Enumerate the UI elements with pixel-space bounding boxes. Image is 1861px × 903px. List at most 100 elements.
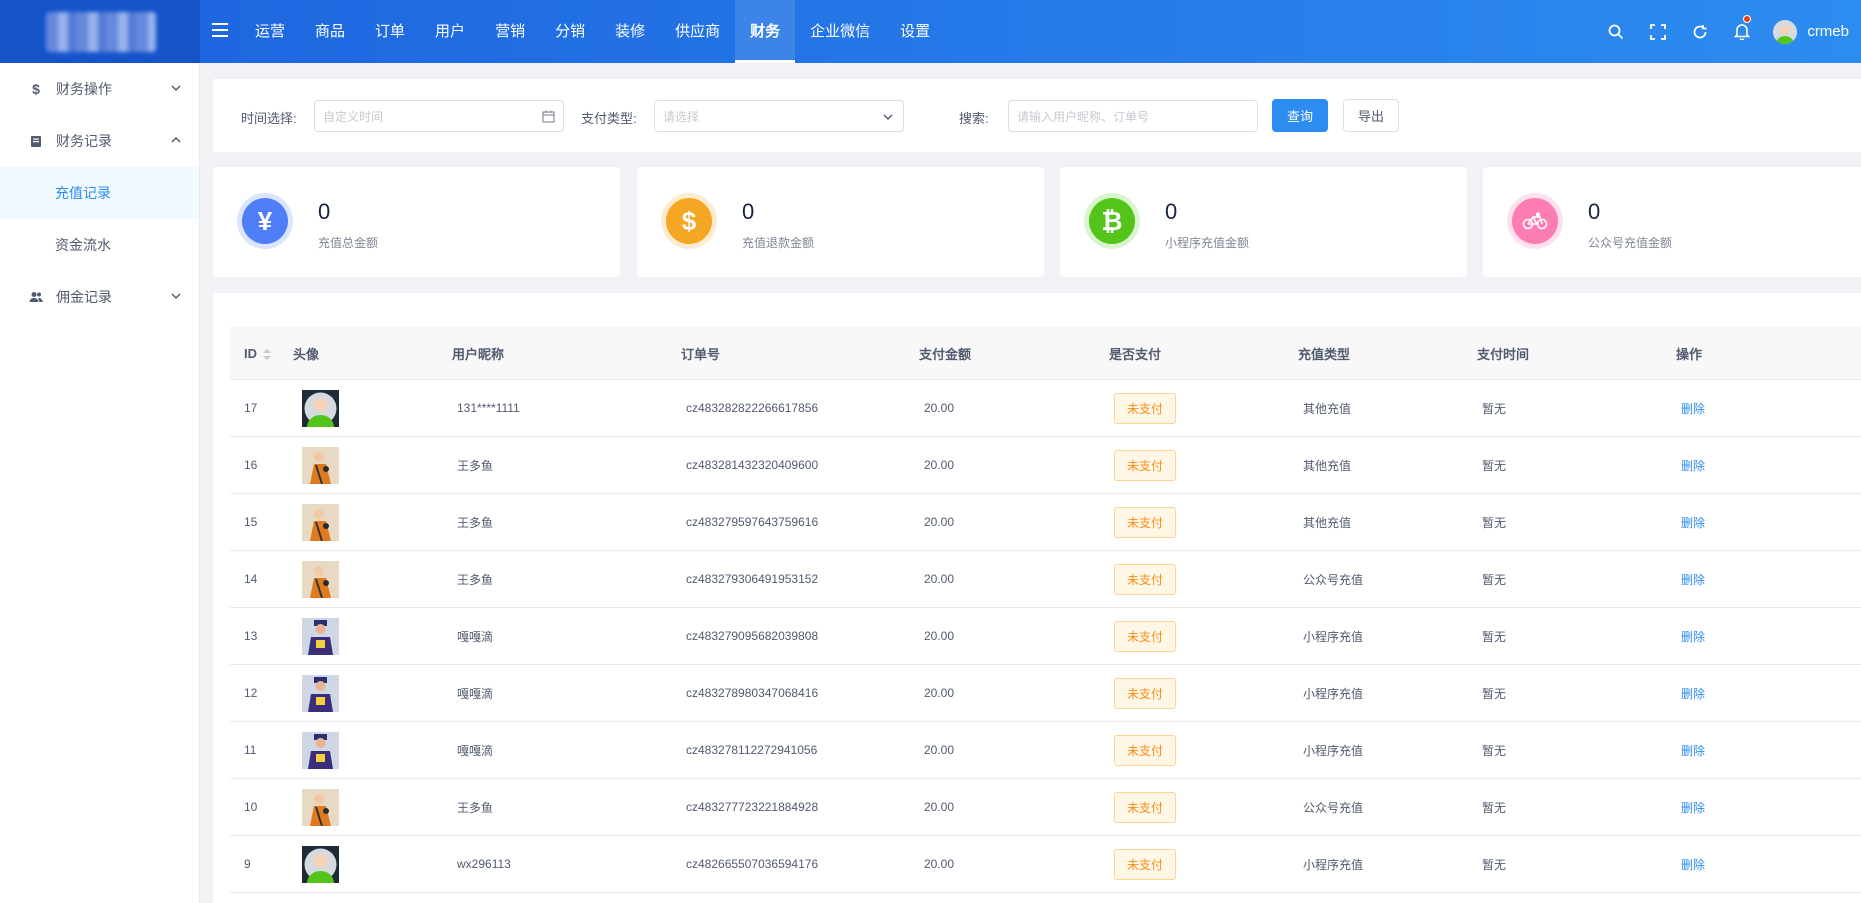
fullscreen-icon[interactable] — [1637, 0, 1679, 63]
status-badge: 未支付 — [1114, 677, 1176, 709]
logo-image — [46, 12, 156, 52]
avatar[interactable] — [302, 446, 339, 484]
cell-nickname: 王多鱼 — [457, 572, 494, 587]
stat-icon-ring: ₿ — [1084, 193, 1140, 249]
cell-amount: 20.00 — [924, 629, 955, 643]
delete-link[interactable]: 删除 — [1681, 402, 1705, 416]
delete-link[interactable]: 删除 — [1681, 516, 1705, 530]
cell-order-no: cz483278112272941056 — [686, 743, 818, 757]
nav-item-user[interactable]: 用户 — [420, 0, 480, 63]
date-range-placeholder: 自定义时间 — [323, 109, 384, 124]
table-row: 16 王多鱼 cz483281432320409600 20.00 未支付 其他充值 暂无 删… — [230, 437, 1861, 494]
sidebar-group-label: 佣金记录 — [56, 289, 112, 305]
cell-action: 删除 — [1676, 514, 1826, 531]
delete-link[interactable]: 删除 — [1681, 687, 1705, 701]
cell-order-no: cz483279095682039808 — [686, 629, 819, 643]
cell-avatar — [293, 503, 452, 541]
avatar[interactable] — [302, 674, 339, 712]
menu-collapse-icon[interactable] — [212, 23, 228, 39]
avatar[interactable] — [302, 617, 339, 655]
nav-item-product[interactable]: 商品 — [300, 0, 360, 63]
delete-link[interactable]: 删除 — [1681, 573, 1705, 587]
cell-action: 删除 — [1676, 799, 1826, 816]
calendar-icon — [542, 110, 555, 123]
cell-recharge-type: 小程序充值 — [1303, 629, 1364, 644]
refresh-icon[interactable] — [1679, 0, 1721, 63]
avatar[interactable] — [302, 788, 339, 826]
notification-dot — [1743, 15, 1752, 23]
nav-item-decoration[interactable]: 装修 — [600, 0, 660, 63]
chevron-down-icon — [171, 293, 181, 300]
avatar[interactable] — [302, 389, 339, 427]
col-header-pay-time: 支付时间 — [1477, 346, 1530, 362]
sidebar-group-label: 财务操作 — [56, 81, 112, 97]
query-button[interactable]: 查询 — [1272, 99, 1328, 132]
avatar[interactable] — [302, 560, 339, 598]
sidebar-group-finance-record[interactable]: 财务记录 — [0, 115, 199, 167]
stat-icon-ring: $ — [661, 193, 717, 249]
nav-item-distribution[interactable]: 分销 — [540, 0, 600, 63]
cell-nickname: 嘎嘎滴 — [457, 629, 494, 644]
delete-link[interactable]: 删除 — [1681, 630, 1705, 644]
table-row: 11 嘎嘎滴 cz483278112272941056 20.00 未支付 小程序充值 暂无… — [230, 722, 1861, 779]
delete-link[interactable]: 删除 — [1681, 459, 1705, 473]
pay-type-select[interactable]: 请选择 — [654, 100, 904, 132]
logo[interactable] — [0, 0, 200, 63]
col-header-order-no: 订单号 — [681, 346, 721, 362]
cell-pay-time: 暂无 — [1482, 800, 1507, 815]
sidebar-item-recharge-record[interactable]: 充值记录 — [0, 167, 199, 219]
nav-item-supplier[interactable]: 供应商 — [660, 0, 735, 63]
delete-link[interactable]: 删除 — [1681, 801, 1705, 815]
table-row: 12 嘎嘎滴 cz483278980347068416 20.00 未支付 小程序充值 暂无… — [230, 665, 1861, 722]
col-header-amount: 支付金额 — [919, 346, 972, 362]
stat-card-official-account: 0 公众号充值金额 — [1483, 167, 1861, 277]
sidebar-group-label: 财务记录 — [56, 133, 112, 149]
chevron-down-icon — [883, 114, 893, 120]
sidebar-group-finance-operation[interactable]: $ 财务操作 — [0, 63, 199, 115]
cell-paid: 未支付 — [1109, 449, 1298, 481]
sort-icon[interactable] — [263, 348, 271, 360]
nav-item-finance[interactable]: 财务 — [735, 0, 796, 63]
col-header-id[interactable]: ID — [230, 346, 293, 361]
sidebar-group-commission-record[interactable]: 佣金记录 — [0, 271, 199, 323]
cell-paid: 未支付 — [1109, 734, 1298, 766]
cell-action: 删除 — [1676, 457, 1826, 474]
top-header: 运营 商品 订单 用户 营销 分销 装修 供应商 财务 企业微信 设置 crme… — [0, 0, 1861, 63]
date-range-picker[interactable]: 自定义时间 — [314, 100, 564, 132]
nav-item-marketing[interactable]: 营销 — [480, 0, 540, 63]
cell-action: 删除 — [1676, 400, 1826, 417]
cell-id: 10 — [244, 800, 258, 814]
pay-type-placeholder: 请选择 — [663, 109, 700, 124]
user-menu[interactable]: crmeb — [1763, 19, 1861, 44]
bicycle-icon — [1512, 198, 1558, 244]
export-button[interactable]: 导出 — [1343, 99, 1399, 132]
cell-action: 删除 — [1676, 628, 1826, 645]
avatar[interactable] — [302, 731, 339, 769]
nav-item-settings[interactable]: 设置 — [885, 0, 945, 63]
delete-link[interactable]: 删除 — [1681, 858, 1705, 872]
chevron-down-icon — [171, 85, 181, 92]
cell-pay-time: 暂无 — [1482, 857, 1507, 872]
nav-item-order[interactable]: 订单 — [360, 0, 420, 63]
nav-item-work-wechat[interactable]: 企业微信 — [795, 0, 885, 63]
cell-paid: 未支付 — [1109, 392, 1298, 424]
cell-pay-time: 暂无 — [1482, 401, 1507, 416]
cell-amount: 20.00 — [924, 401, 955, 415]
cell-pay-time: 暂无 — [1482, 572, 1507, 587]
search-input[interactable]: 请输入用户昵称、订单号 — [1008, 100, 1258, 132]
stat-value: 0 — [1165, 199, 1178, 224]
stat-icon-ring — [1507, 193, 1563, 249]
cell-avatar — [293, 617, 452, 655]
avatar[interactable] — [302, 845, 339, 883]
avatar[interactable] — [302, 503, 339, 541]
search-icon[interactable] — [1595, 0, 1637, 63]
sidebar-item-fund-flow[interactable]: 资金流水 — [0, 219, 199, 271]
filter-panel: 时间选择: 自定义时间 支付类型: 请选择 搜索: 请输入用户昵称、订单号 查询… — [213, 79, 1861, 152]
stat-value: 0 — [318, 199, 331, 224]
stat-card-total-recharge: ¥ 0 充值总金额 — [213, 167, 620, 277]
search-placeholder: 请输入用户昵称、订单号 — [1017, 109, 1150, 124]
bell-icon[interactable] — [1721, 0, 1763, 63]
nav-item-operation[interactable]: 运营 — [240, 0, 300, 63]
delete-link[interactable]: 删除 — [1681, 744, 1705, 758]
status-badge: 未支付 — [1114, 848, 1176, 880]
